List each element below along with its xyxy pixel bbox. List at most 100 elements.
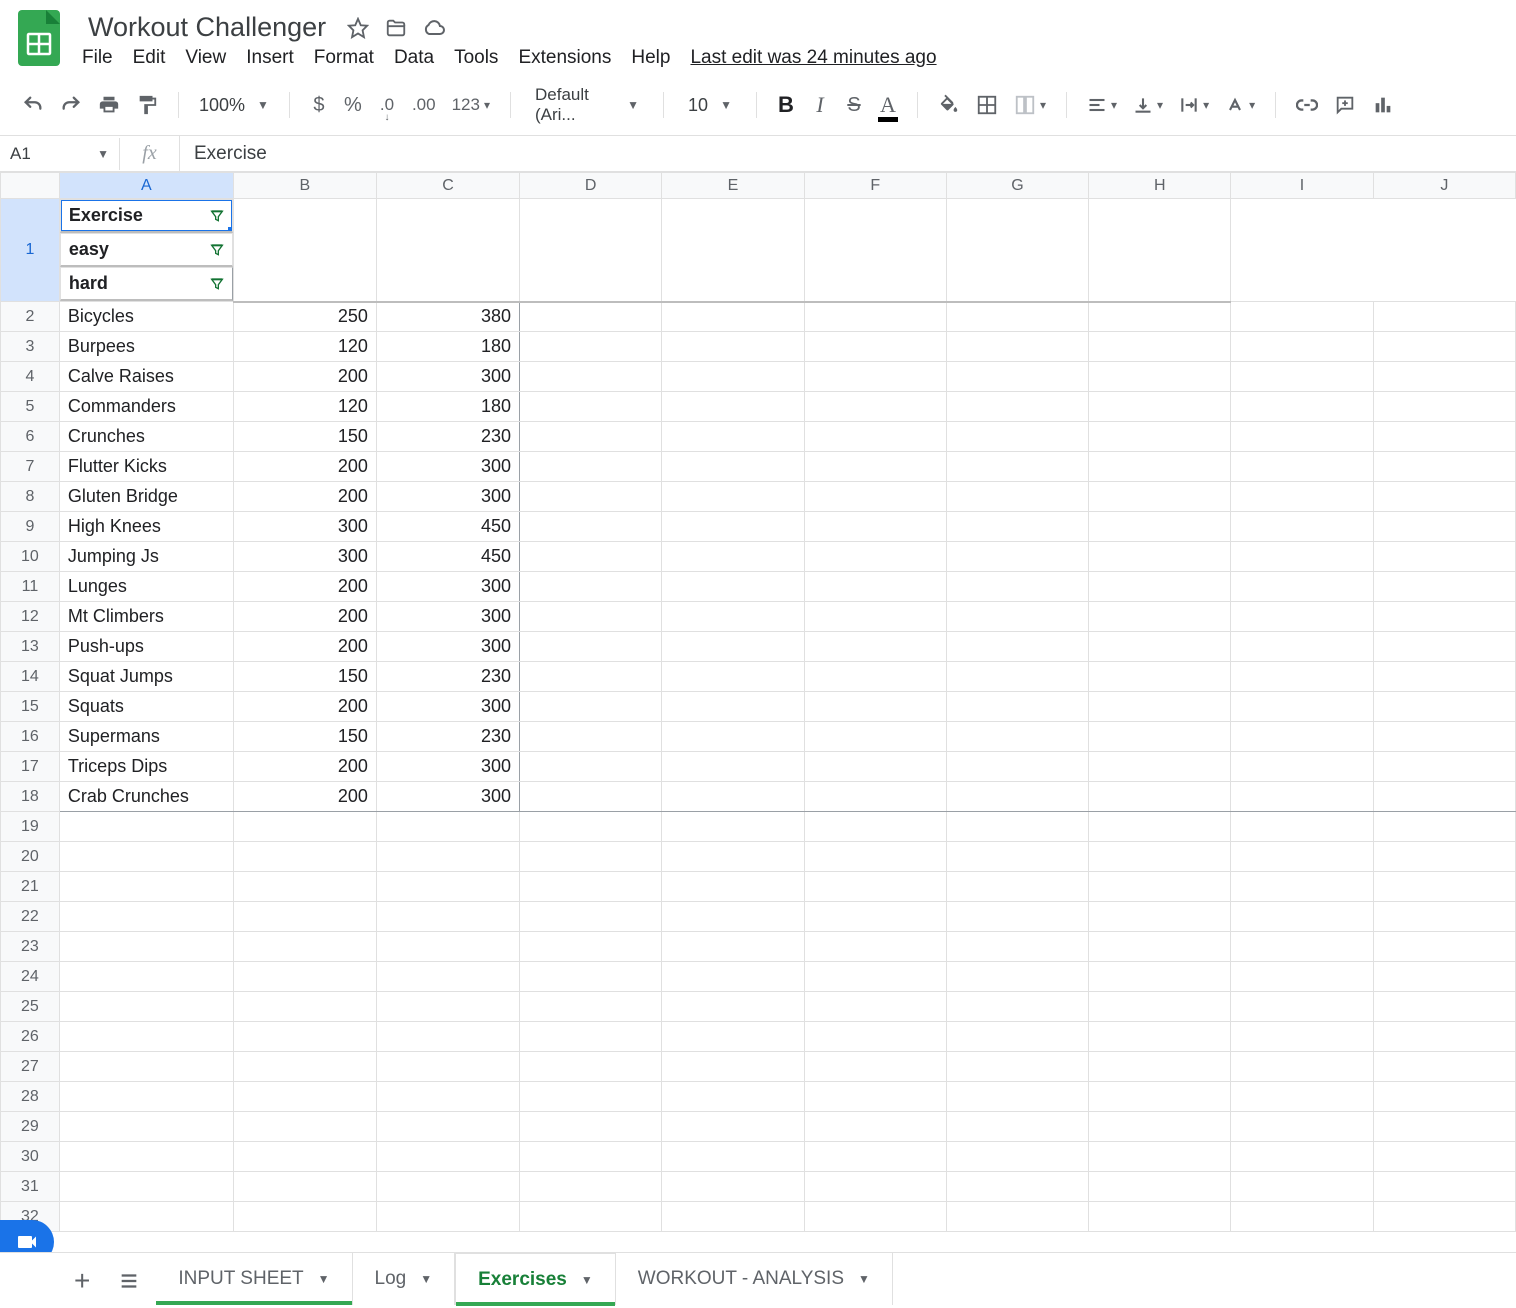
cell-D18[interactable]	[520, 782, 662, 812]
cell-D10[interactable]	[520, 542, 662, 572]
cell-G28[interactable]	[946, 1082, 1088, 1112]
row-header-16[interactable]: 16	[1, 722, 60, 752]
cell-G4[interactable]	[946, 362, 1088, 392]
cell-F32[interactable]	[804, 1202, 946, 1232]
cell-C4[interactable]: 300	[376, 362, 519, 392]
cell-F12[interactable]	[804, 602, 946, 632]
cell-I11[interactable]	[1231, 572, 1373, 602]
row-header-9[interactable]: 9	[1, 512, 60, 542]
cell-G11[interactable]	[946, 572, 1088, 602]
cell-E22[interactable]	[662, 902, 804, 932]
cell-A10[interactable]: Jumping Js	[59, 542, 233, 572]
cell-H7[interactable]	[1089, 452, 1231, 482]
cell-G18[interactable]	[946, 782, 1088, 812]
cell-F13[interactable]	[804, 632, 946, 662]
cell-J12[interactable]	[1373, 602, 1515, 632]
cell-H16[interactable]	[1089, 722, 1231, 752]
cell-I28[interactable]	[1231, 1082, 1373, 1112]
cell-A23[interactable]	[59, 932, 233, 962]
cell-E19[interactable]	[662, 812, 804, 842]
cell-G16[interactable]	[946, 722, 1088, 752]
row-header-6[interactable]: 6	[1, 422, 60, 452]
cell-D17[interactable]	[520, 752, 662, 782]
cell-D21[interactable]	[520, 872, 662, 902]
cell-C5[interactable]: 180	[376, 392, 519, 422]
cell-G19[interactable]	[946, 812, 1088, 842]
cell-J28[interactable]	[1373, 1082, 1515, 1112]
undo-icon[interactable]	[18, 89, 48, 121]
cell-H24[interactable]	[1089, 962, 1231, 992]
insert-comment-icon[interactable]	[1330, 89, 1360, 121]
font-family-dropdown[interactable]: Default (Ari...▼	[527, 85, 647, 125]
cell-C7[interactable]: 300	[376, 452, 519, 482]
cell-I13[interactable]	[1231, 632, 1373, 662]
row-header-31[interactable]: 31	[1, 1172, 60, 1202]
cell-G8[interactable]	[946, 482, 1088, 512]
cell-H32[interactable]	[1089, 1202, 1231, 1232]
row-header-13[interactable]: 13	[1, 632, 60, 662]
cell-D14[interactable]	[520, 662, 662, 692]
cell-B19[interactable]	[233, 812, 376, 842]
cell-I8[interactable]	[1231, 482, 1373, 512]
borders-icon[interactable]	[972, 89, 1002, 121]
cell-C27[interactable]	[376, 1052, 519, 1082]
cell-H23[interactable]	[1089, 932, 1231, 962]
cell-H4[interactable]	[1089, 362, 1231, 392]
cell-G27[interactable]	[946, 1052, 1088, 1082]
cell-I1[interactable]	[946, 199, 1088, 302]
column-header-J[interactable]: J	[1373, 173, 1515, 199]
row-header-23[interactable]: 23	[1, 932, 60, 962]
cell-B23[interactable]	[233, 932, 376, 962]
paint-format-icon[interactable]	[132, 89, 162, 121]
cell-G10[interactable]	[946, 542, 1088, 572]
cell-F6[interactable]	[804, 422, 946, 452]
cell-A14[interactable]: Squat Jumps	[59, 662, 233, 692]
cell-D26[interactable]	[520, 1022, 662, 1052]
merge-cells-dropdown[interactable]: ▾	[1010, 89, 1050, 121]
cell-I9[interactable]	[1231, 512, 1373, 542]
cell-C10[interactable]: 450	[376, 542, 519, 572]
bold-button[interactable]: B	[773, 89, 799, 121]
cell-C13[interactable]: 300	[376, 632, 519, 662]
cell-C6[interactable]: 230	[376, 422, 519, 452]
cell-A24[interactable]	[59, 962, 233, 992]
row-header-27[interactable]: 27	[1, 1052, 60, 1082]
menu-help[interactable]: Help	[631, 47, 670, 69]
cell-A13[interactable]: Push-ups	[59, 632, 233, 662]
cell-I22[interactable]	[1231, 902, 1373, 932]
cell-C3[interactable]: 180	[376, 332, 519, 362]
cell-D29[interactable]	[520, 1112, 662, 1142]
cell-C15[interactable]: 300	[376, 692, 519, 722]
cell-A19[interactable]	[59, 812, 233, 842]
row-header-19[interactable]: 19	[1, 812, 60, 842]
cell-F17[interactable]	[804, 752, 946, 782]
cloud-status-icon[interactable]	[422, 16, 446, 40]
row-header-17[interactable]: 17	[1, 752, 60, 782]
cell-C32[interactable]	[376, 1202, 519, 1232]
cell-B31[interactable]	[233, 1172, 376, 1202]
row-header-15[interactable]: 15	[1, 692, 60, 722]
cell-J20[interactable]	[1373, 842, 1515, 872]
cell-H27[interactable]	[1089, 1052, 1231, 1082]
cell-H19[interactable]	[1089, 812, 1231, 842]
cell-G6[interactable]	[946, 422, 1088, 452]
cell-H18[interactable]	[1089, 782, 1231, 812]
cell-H26[interactable]	[1089, 1022, 1231, 1052]
cell-B28[interactable]	[233, 1082, 376, 1112]
cell-J9[interactable]	[1373, 512, 1515, 542]
cell-E20[interactable]	[662, 842, 804, 872]
cell-B25[interactable]	[233, 992, 376, 1022]
menu-format[interactable]: Format	[314, 47, 374, 69]
cell-G14[interactable]	[946, 662, 1088, 692]
cell-B24[interactable]	[233, 962, 376, 992]
cell-B32[interactable]	[233, 1202, 376, 1232]
cell-D16[interactable]	[520, 722, 662, 752]
cell-J14[interactable]	[1373, 662, 1515, 692]
cell-F16[interactable]	[804, 722, 946, 752]
cell-A9[interactable]: High Knees	[59, 512, 233, 542]
strikethrough-button[interactable]: S	[841, 89, 867, 121]
cell-D8[interactable]	[520, 482, 662, 512]
cell-B13[interactable]: 200	[233, 632, 376, 662]
more-formats-dropdown[interactable]: 123▾	[448, 89, 494, 121]
row-header-22[interactable]: 22	[1, 902, 60, 932]
